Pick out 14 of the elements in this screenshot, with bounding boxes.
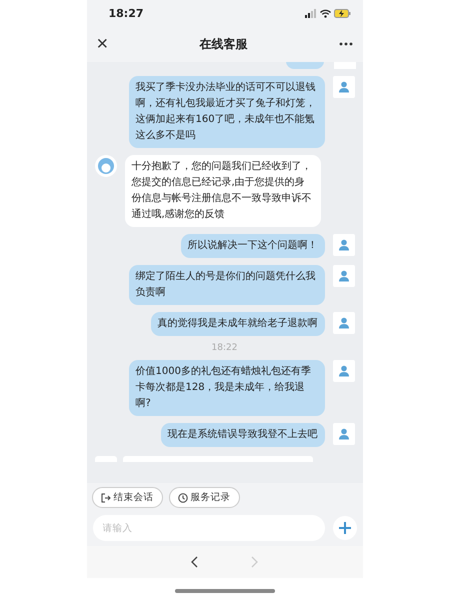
timestamp: 18:22 xyxy=(212,343,238,353)
status-time: 18:27 xyxy=(108,6,144,20)
message-input[interactable]: 请输入 xyxy=(92,515,324,541)
service-history-button[interactable]: 服务记录 xyxy=(168,487,240,508)
end-chat-button[interactable]: 结束会话 xyxy=(92,487,162,508)
message-bubble: 十分抱歉了，您的问题我们已经收到了，您提交的信息已经记录,由于您提供的身份信息与帐号注册信息不一致导致申诉不通过哦,感谢您的反馈 xyxy=(124,155,320,227)
page-title: 在线客服 xyxy=(199,36,248,52)
message-bubble: 所以说解决一下这个问题啊！ xyxy=(180,234,324,258)
message-bubble: 绑定了陌生人的号是你们的问题凭什么我负责啊 xyxy=(128,265,324,305)
message-bubble: 价值1000多的礼包还有蜡烛礼包还有季卡每次都是128，我是未成年，给我退啊? xyxy=(128,360,324,416)
message-bubble: 现在是系统错误导致我登不上去吧 xyxy=(160,423,324,447)
close-button[interactable]: × xyxy=(96,34,108,54)
message-bubble: 真的觉得我是未成年就给老子退款啊 xyxy=(150,312,324,336)
message-bubble: 我买了季卡没办法毕业的话可不可以退钱啊，还有礼包我最近才买了兔子和灯笼，这俩加起来有160了吧，未成年也不能氪这么多不是吗 xyxy=(128,76,324,148)
